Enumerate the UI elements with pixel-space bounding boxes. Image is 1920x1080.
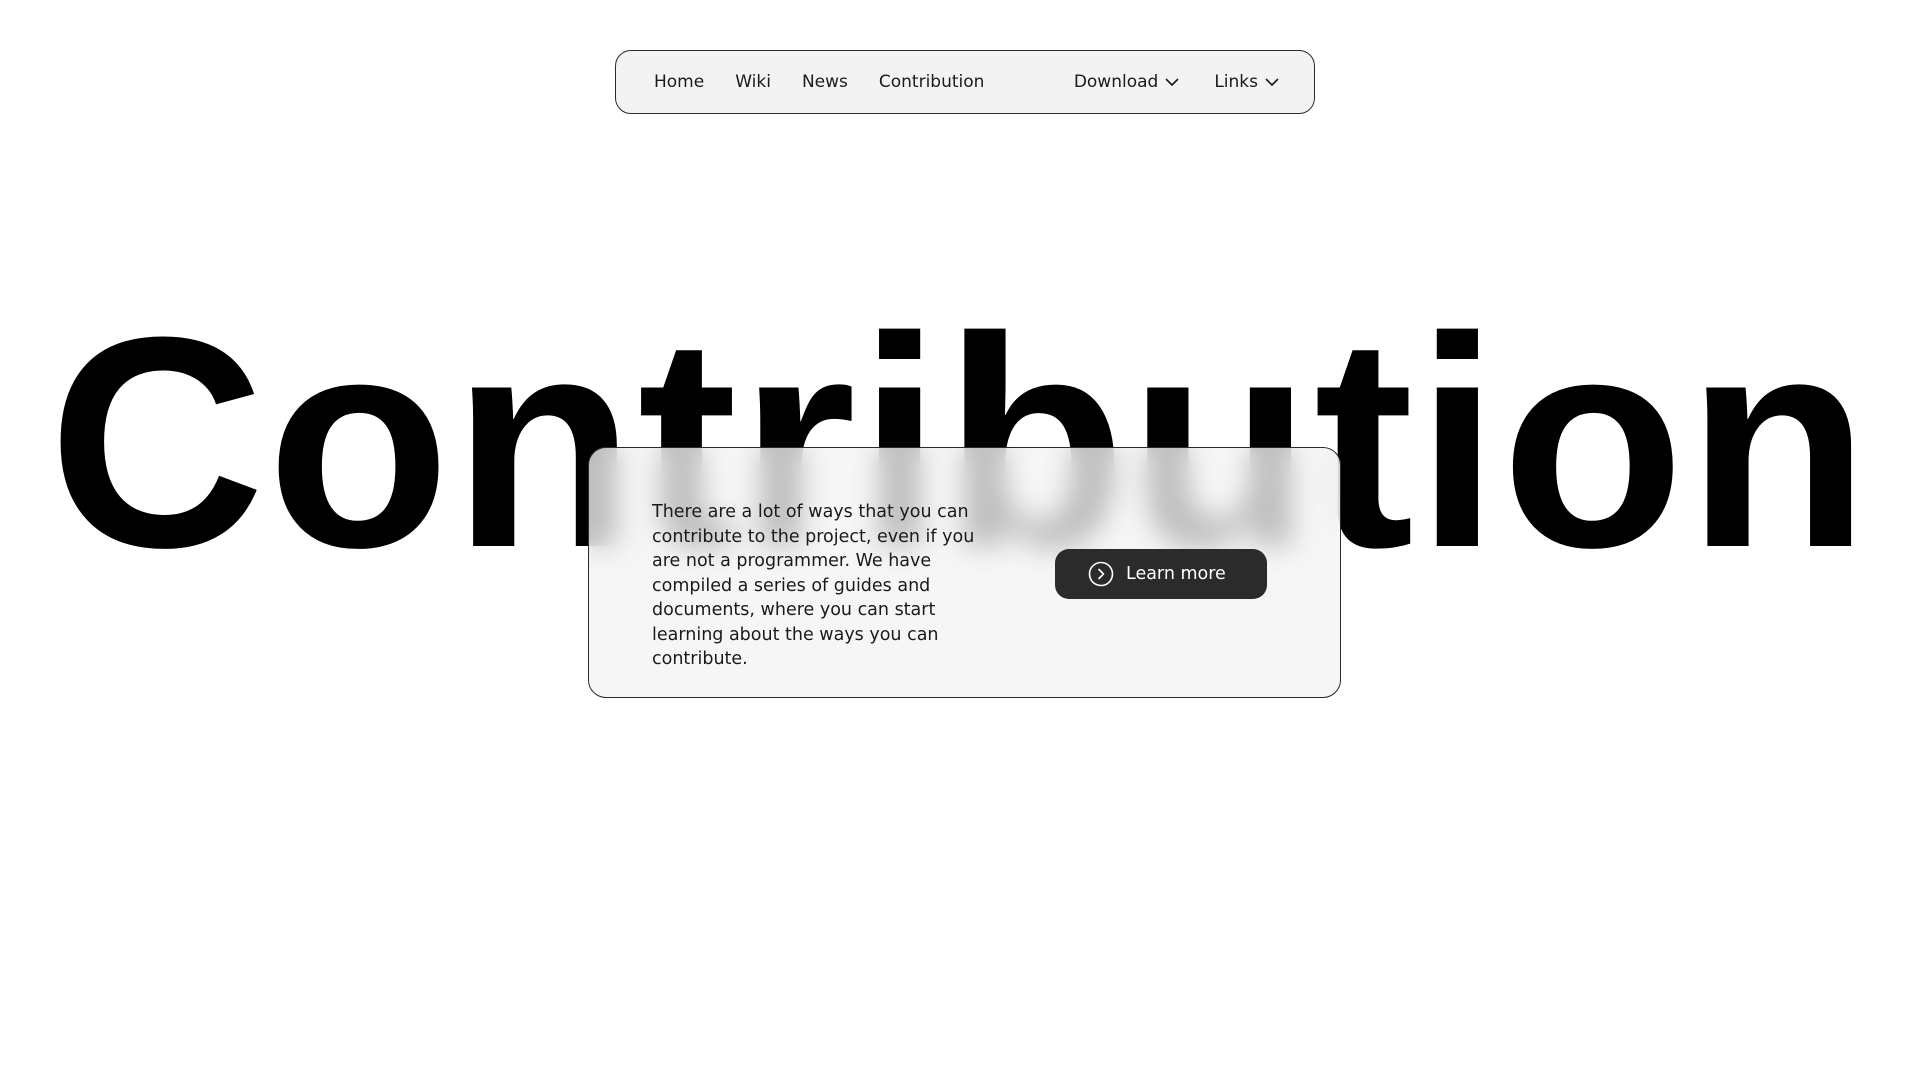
nav-left-group: Home Wiki News Contribution (654, 72, 984, 92)
nav-link-home[interactable]: Home (654, 72, 704, 92)
contribution-card: There are a lot of ways that you can con… (588, 447, 1341, 698)
nav-right-group: Download Links (1074, 72, 1280, 92)
card-description: There are a lot of ways that you can con… (652, 502, 975, 669)
nav-dropdown-download-label: Download (1073, 72, 1159, 92)
nav-link-news[interactable]: News (802, 72, 848, 92)
learn-more-label: Learn more (1126, 564, 1226, 584)
learn-more-button[interactable]: Learn more (1055, 549, 1267, 599)
nav-dropdown-download[interactable]: Download (1074, 72, 1181, 92)
nav-link-wiki[interactable]: Wiki (735, 72, 771, 92)
page: Home Wiki News Contribution Download Lin… (0, 0, 1920, 1080)
top-navbar: Home Wiki News Contribution Download Lin… (615, 50, 1315, 114)
circle-chevron-right-icon (1088, 561, 1114, 587)
chevron-down-icon (1264, 74, 1280, 90)
nav-dropdown-links[interactable]: Links (1214, 72, 1280, 92)
chevron-down-icon (1164, 74, 1180, 90)
nav-dropdown-links-label: Links (1214, 72, 1258, 92)
nav-link-contribution[interactable]: Contribution (879, 72, 985, 92)
